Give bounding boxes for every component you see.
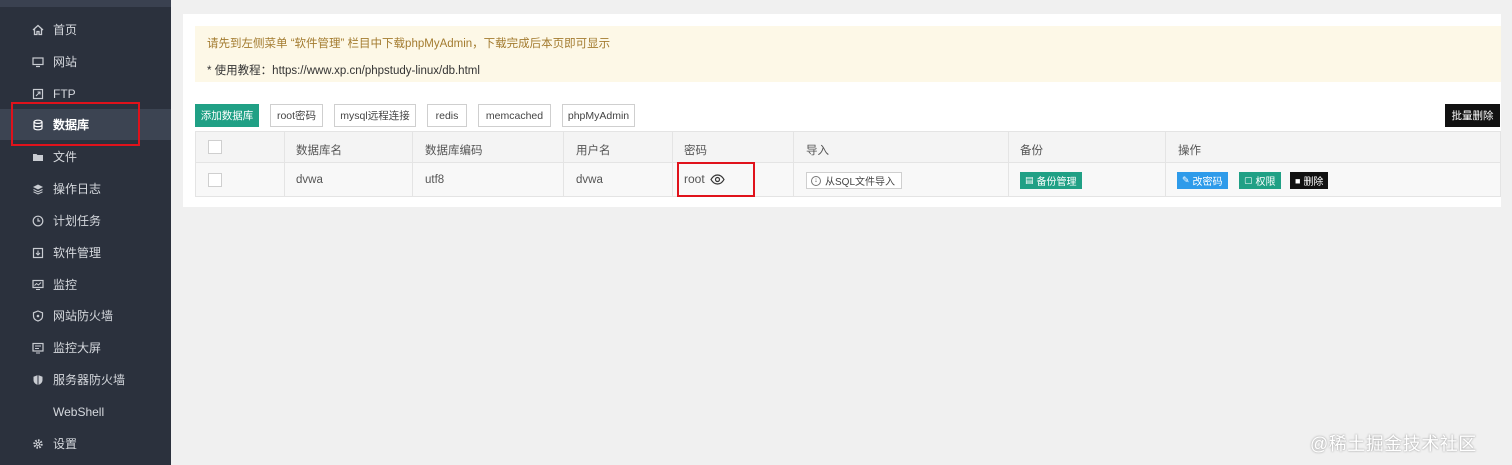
sidebar-item-oplog[interactable]: 操作日志 [0, 173, 171, 204]
database-panel: 请先到左侧菜单 “软件管理” 栏目中下载phpMyAdmin，下载完成后本页即可… [183, 14, 1501, 207]
backup-manage-label: 备份管理 [1036, 177, 1077, 188]
sidebar-item-monitor[interactable]: 监控 [0, 269, 171, 300]
sidebar-item-website[interactable]: 网站 [0, 46, 171, 77]
shield-half-icon [32, 374, 44, 386]
sidebar-item-label: 网站防火墙 [53, 309, 114, 323]
notice-tutorial-prefix: * 使用教程： [207, 65, 273, 77]
sidebar-item-home[interactable]: 首页 [0, 14, 171, 45]
sidebar-item-webshell[interactable]: WebShell [0, 396, 171, 427]
header-password: 密码 [684, 145, 707, 157]
permissions-label: 权限 [1255, 177, 1276, 188]
col-divider [672, 132, 673, 196]
sidebar-item-label: 文件 [53, 150, 78, 164]
download-circle-icon: ↓ [811, 175, 821, 186]
sidebar-item-label: 设置 [53, 437, 78, 451]
sidebar-item-label: 网站 [53, 55, 78, 69]
lock-icon: ▢ [1244, 175, 1253, 185]
home-icon [32, 24, 44, 36]
cell-encoding: utf8 [425, 174, 445, 186]
row-checkbox[interactable] [208, 173, 222, 187]
col-divider [284, 132, 285, 196]
sidebar-item-label: 首页 [53, 23, 78, 37]
sidebar-item-cron[interactable]: 计划任务 [0, 205, 171, 236]
change-password-label: 改密码 [1192, 177, 1223, 188]
shield-outline-icon [32, 309, 44, 322]
delete-button[interactable]: ■ 删除 [1290, 172, 1329, 189]
col-divider [1165, 132, 1166, 196]
sidebar-item-label: FTP [53, 86, 76, 101]
pencil-icon: ✎ [1182, 175, 1190, 185]
header-backup: 备份 [1020, 145, 1043, 157]
col-divider [793, 132, 794, 196]
header-import: 导入 [806, 145, 829, 157]
trash-icon: ■ [1295, 175, 1301, 186]
sidebar-item-server-firewall[interactable]: 服务器防火墙 [0, 364, 171, 395]
add-database-button[interactable]: 添加数据库 [195, 104, 259, 127]
delete-label: 删除 [1303, 177, 1324, 188]
clock-icon [32, 215, 44, 227]
terminal-icon [32, 406, 44, 418]
database-icon [32, 119, 44, 131]
watermark: @稀土掘金技术社区 [1310, 434, 1477, 454]
database-table: 数据库名 数据库编码 用户名 密码 导入 备份 操作 dvwa utf8 dvw… [195, 131, 1501, 197]
header-username: 用户名 [576, 145, 611, 157]
password-value: root [684, 172, 705, 186]
sidebar-item-label: 数据库 [53, 118, 90, 132]
batch-delete-button[interactable]: 批量删除 [1445, 104, 1500, 127]
select-all-checkbox[interactable] [208, 140, 222, 154]
change-password-button[interactable]: ✎ 改密码 [1177, 172, 1228, 189]
root-password-button[interactable]: root密码 [270, 104, 323, 127]
sidebar-item-waf[interactable]: 网站防火墙 [0, 300, 171, 331]
memcached-button[interactable]: memcached [478, 104, 551, 127]
sidebar-item-label: WebShell [53, 404, 105, 419]
download-box-icon [32, 247, 44, 259]
sidebar-item-settings[interactable]: 设置 [0, 428, 171, 459]
header-actions: 操作 [1178, 145, 1201, 157]
tutorial-link[interactable]: https://www.xp.cn/phpstudy-linux/db.html [272, 65, 480, 77]
sidebar-item-label: 监控大屏 [53, 341, 102, 355]
folder-icon [32, 151, 44, 163]
redis-button[interactable]: redis [427, 104, 467, 127]
sidebar-item-ftp[interactable]: FTP [0, 78, 171, 109]
notice-text: 请先到左侧菜单 “软件管理” 栏目中下载phpMyAdmin，下载完成后本页即可… [207, 38, 611, 50]
import-sql-button[interactable]: ↓ 从SQL文件导入 [806, 172, 903, 189]
col-divider [412, 132, 413, 196]
sidebar-item-bigscreen[interactable]: 监控大屏 [0, 332, 171, 363]
cell-password: root [684, 172, 725, 186]
cell-db-name: dvwa [296, 174, 323, 186]
import-sql-label: 从SQL文件导入 [825, 177, 896, 188]
monitor-icon [32, 56, 44, 68]
sidebar-item-files[interactable]: 文件 [0, 141, 171, 172]
monitor-chart-icon [32, 279, 44, 291]
eye-icon[interactable] [709, 173, 725, 185]
mysql-remote-button[interactable]: mysql远程连接 [334, 104, 416, 127]
sidebar-item-label: 服务器防火墙 [53, 373, 126, 387]
ftp-icon [32, 88, 44, 100]
sidebar-item-label: 软件管理 [53, 246, 102, 260]
header-encoding: 数据库编码 [425, 145, 483, 157]
table-header [196, 132, 1500, 163]
sidebar-item-software[interactable]: 软件管理 [0, 237, 171, 268]
phpmyadmin-button[interactable]: phpMyAdmin [562, 104, 635, 127]
col-divider [1008, 132, 1009, 196]
backup-icon: ▤ [1025, 175, 1034, 185]
gear-icon [32, 438, 44, 450]
screen-icon [32, 342, 44, 354]
notice-tutorial: * 使用教程：https://www.xp.cn/phpstudy-linux/… [207, 62, 480, 78]
cell-username: dvwa [576, 174, 603, 186]
sidebar-item-label: 监控 [53, 278, 78, 292]
notice-banner: 请先到左侧菜单 “软件管理” 栏目中下载phpMyAdmin，下载完成后本页即可… [195, 26, 1501, 82]
col-divider [563, 132, 564, 196]
layers-icon [32, 183, 44, 195]
sidebar-item-database[interactable]: 数据库 [0, 109, 171, 140]
sidebar-item-label: 计划任务 [53, 214, 102, 228]
header-db-name: 数据库名 [296, 145, 342, 157]
sidebar-top-strip [0, 0, 171, 7]
sidebar-item-label: 操作日志 [53, 182, 102, 196]
sidebar: 首页 网站 FTP 数据库 文件 操作日志 计划任务 软件管理 监控 网站防火墙… [0, 0, 171, 465]
permissions-button[interactable]: ▢ 权限 [1239, 172, 1281, 189]
backup-manage-button[interactable]: ▤ 备份管理 [1020, 172, 1082, 189]
